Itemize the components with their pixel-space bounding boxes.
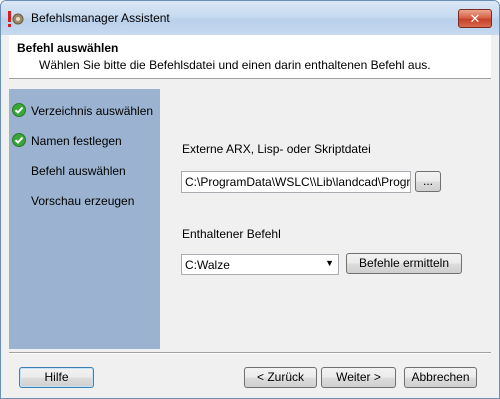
wizard-window: Befehlsmanager Assistent ✕ Befehl auswäh… xyxy=(0,0,500,399)
title-bar[interactable]: Befehlsmanager Assistent ✕ xyxy=(1,1,499,35)
next-button[interactable]: Weiter > xyxy=(321,367,396,388)
step-label: Befehl auswählen xyxy=(31,164,126,178)
page-title: Befehl auswählen xyxy=(17,41,119,55)
step-verzeichnis: Verzeichnis auswählen xyxy=(9,101,160,121)
window-title: Befehlsmanager Assistent xyxy=(31,11,170,25)
check-icon xyxy=(12,133,26,147)
footer-divider-highlight xyxy=(9,353,491,354)
chevron-down-icon[interactable]: ▼ xyxy=(325,258,334,268)
back-button[interactable]: < Zurück xyxy=(244,367,317,388)
file-path-input[interactable]: C:\ProgramData\WSLC\\Lib\landcad\Program… xyxy=(181,171,411,193)
wizard-content: Externe ARX, Lisp- oder Skriptdatei C:\P… xyxy=(160,89,491,349)
page-subtitle: Wählen Sie bitte die Befehlsdatei und ei… xyxy=(39,58,431,72)
step-label: Namen festlegen xyxy=(31,134,122,148)
step-vorschau: Vorschau erzeugen xyxy=(9,191,160,211)
check-icon xyxy=(12,103,26,117)
close-button[interactable]: ✕ xyxy=(458,9,492,28)
command-select-value: C:Walze xyxy=(185,258,230,272)
step-namen: Namen festlegen xyxy=(9,131,160,151)
file-label: Externe ARX, Lisp- oder Skriptdatei xyxy=(182,142,371,156)
command-label: Enthaltener Befehl xyxy=(182,227,281,241)
command-select[interactable]: C:Walze ▼ xyxy=(181,254,339,275)
step-label: Vorschau erzeugen xyxy=(31,194,135,208)
step-befehl: Befehl auswählen xyxy=(9,161,160,181)
determine-commands-button[interactable]: Befehle ermitteln xyxy=(346,253,462,274)
cancel-button[interactable]: Abbrechen xyxy=(404,367,477,388)
browse-button[interactable]: ... xyxy=(415,171,441,192)
help-button[interactable]: Hilfe xyxy=(19,367,94,388)
step-label: Verzeichnis auswählen xyxy=(31,104,154,118)
wizard-steps-panel: Verzeichnis auswählen Namen festlegen Be… xyxy=(9,89,160,349)
app-icon xyxy=(8,11,24,27)
wizard-header: Befehl auswählen Wählen Sie bitte die Be… xyxy=(9,35,491,79)
